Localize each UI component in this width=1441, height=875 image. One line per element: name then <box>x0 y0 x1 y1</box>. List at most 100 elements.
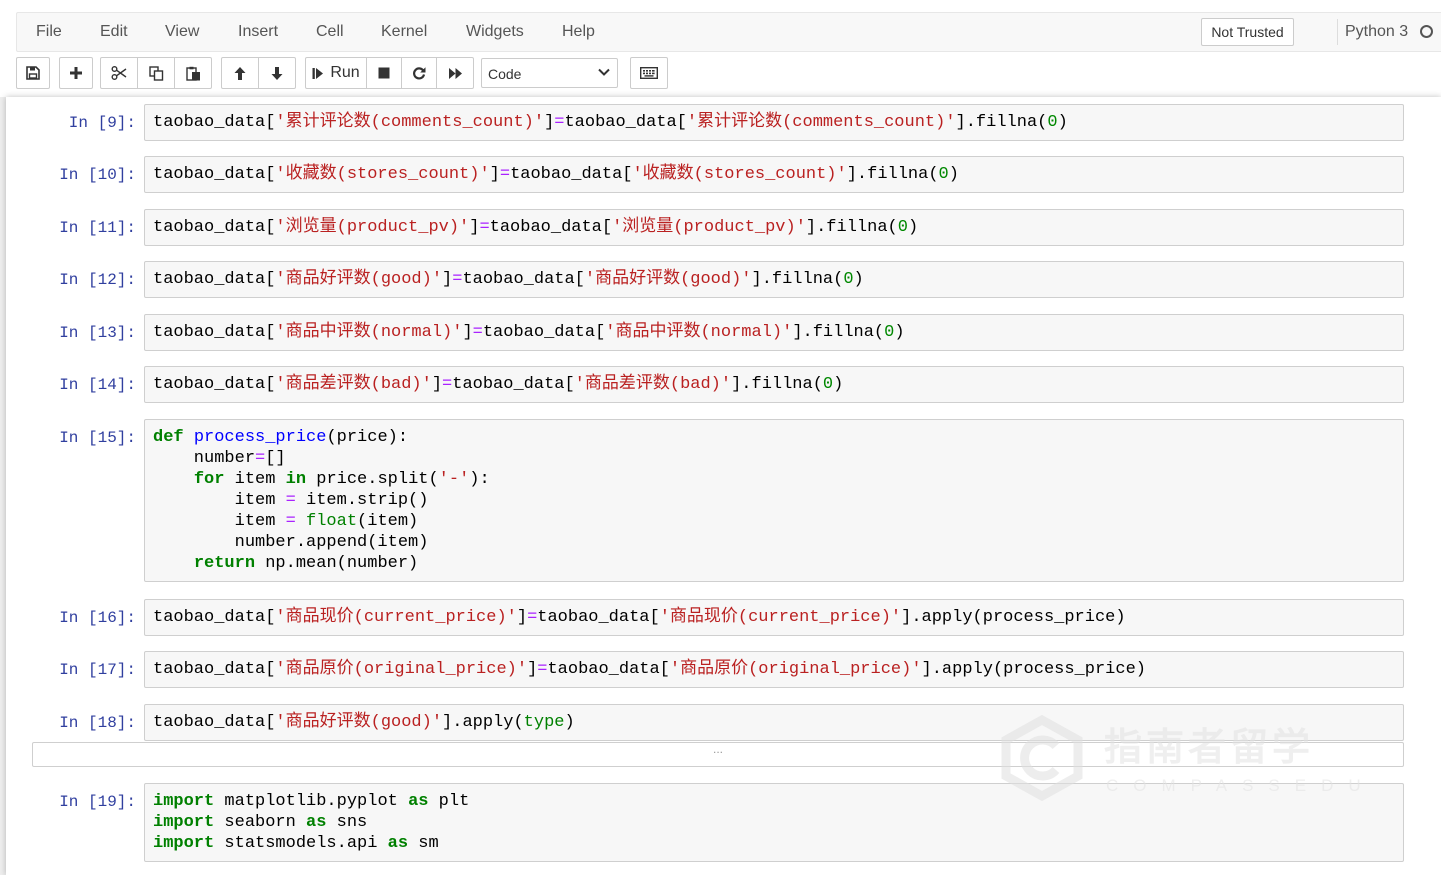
code-token: '商品现价(current_price)' <box>275 608 517 627</box>
code-editor[interactable]: def process_price(price): number=[] for … <box>144 419 1404 582</box>
code-line: taobao_data['累计评论数(comments_count)']=tao… <box>153 112 1403 133</box>
interrupt-kernel-button[interactable] <box>366 57 402 89</box>
code-editor[interactable]: taobao_data['商品中评数(normal)']=taobao_data… <box>144 314 1404 351</box>
code-line: taobao_data['商品好评数(good)']=taobao_data['… <box>153 269 1403 290</box>
code-token: def <box>153 428 184 447</box>
notebook-header: File Edit View Insert Cell Kernel Widget… <box>0 0 1441 97</box>
code-editor[interactable]: taobao_data['商品现价(current_price)']=taoba… <box>144 599 1404 636</box>
code-token: item <box>153 491 286 510</box>
menu-cell[interactable]: Cell <box>316 23 344 41</box>
move-down-button[interactable] <box>258 57 296 89</box>
input-prompt: In [16]: <box>59 609 136 627</box>
code-token: taobao_data[ <box>153 608 276 627</box>
code-token: '浏览量(product_pv)' <box>275 218 470 237</box>
code-token: ].apply(process_price) <box>901 608 1126 627</box>
code-editor[interactable]: taobao_data['商品好评数(good)']=taobao_data['… <box>144 261 1404 298</box>
step-forward-icon <box>312 67 324 79</box>
not-trusted-button[interactable]: Not Trusted <box>1201 18 1294 46</box>
code-token: sns <box>326 813 368 832</box>
code-token: number <box>153 449 256 468</box>
input-prompt: In [14]: <box>59 376 136 394</box>
code-token: '商品好评数(good)' <box>584 270 752 289</box>
paste-button[interactable] <box>174 57 212 89</box>
code-line: item = item.strip() <box>153 490 1403 511</box>
code-token: '商品好评数(good)' <box>275 270 443 289</box>
code-token: = <box>255 449 266 468</box>
code-token: as <box>387 834 409 853</box>
code-token: taobao_data[ <box>537 608 660 627</box>
menu-view[interactable]: View <box>165 23 199 41</box>
code-token: ].apply(process_price) <box>921 660 1146 679</box>
code-line: taobao_data['商品差评数(bad)']=taobao_data['商… <box>153 374 1403 395</box>
menu-kernel[interactable]: Kernel <box>381 23 427 41</box>
move-up-button[interactable] <box>221 57 259 89</box>
code-token: import <box>153 834 215 853</box>
collapsed-output-area[interactable]: ... <box>32 742 1404 767</box>
code-token: plt <box>428 792 470 811</box>
code-editor[interactable]: taobao_data['浏览量(product_pv)']=taobao_da… <box>144 209 1404 246</box>
kernel-name[interactable]: Python 3 <box>1345 23 1408 41</box>
copy-button[interactable] <box>137 57 175 89</box>
code-token: seaborn <box>214 813 307 832</box>
code-token: import <box>153 792 215 811</box>
code-token: taobao_data[ <box>153 323 276 342</box>
code-line: taobao_data['商品好评数(good)'].apply(type) <box>153 712 1403 733</box>
notebook-container: In [9]: taobao_data['累计评论数(comments_count… <box>6 97 1441 875</box>
code-token: 0 <box>822 375 834 394</box>
code-token: = <box>527 608 538 627</box>
menu-help[interactable]: Help <box>562 23 595 41</box>
cut-button[interactable] <box>100 57 138 89</box>
cell-type-select[interactable]: Code <box>481 58 618 88</box>
code-token: ) <box>564 713 575 732</box>
code-editor[interactable]: import matplotlib.pyplot as plt import se… <box>144 783 1404 862</box>
code-token: ] <box>442 270 453 289</box>
code-token: ) <box>1057 113 1068 132</box>
code-token: taobao_data[ <box>462 270 585 289</box>
menu-edit[interactable]: Edit <box>100 23 128 41</box>
code-editor[interactable]: taobao_data['商品差评数(bad)']=taobao_data['商… <box>144 366 1404 403</box>
code-token: return <box>193 554 256 573</box>
floppy-disk-icon <box>26 66 40 80</box>
code-token: taobao_data[ <box>452 375 575 394</box>
code-line: import statsmodels.api as sm <box>153 833 1403 854</box>
code-token: '累计评论数(comments_count)' <box>275 113 545 132</box>
code-token: [] <box>265 449 286 468</box>
code-editor[interactable]: taobao_data['收藏数(stores_count)']=taobao_… <box>144 156 1404 193</box>
arrow-up-icon <box>234 66 246 80</box>
code-token: '商品中评数(normal)' <box>275 323 463 342</box>
scissors-icon <box>111 66 127 80</box>
input-prompt: In [11]: <box>59 219 136 237</box>
code-token: = <box>452 270 463 289</box>
menu-file[interactable]: File <box>36 23 62 41</box>
code-token: statsmodels.api <box>214 834 388 853</box>
code-token: = <box>499 165 511 184</box>
code-editor[interactable]: taobao_data['商品原价(original_price)']=taob… <box>144 651 1404 688</box>
kernel-idle-indicator-icon <box>1420 25 1433 38</box>
input-prompt: In [13]: <box>59 324 136 342</box>
input-prompt: In [17]: <box>59 661 136 679</box>
restart-kernel-button[interactable] <box>401 57 437 89</box>
save-button[interactable] <box>16 57 50 89</box>
restart-run-all-button[interactable] <box>436 57 474 89</box>
code-token: '商品差评数(bad)' <box>275 375 432 394</box>
code-token: 0 <box>897 218 908 237</box>
input-prompt: In [19]: <box>59 793 136 811</box>
menu-insert[interactable]: Insert <box>238 23 278 41</box>
code-token: ] <box>544 113 555 132</box>
insert-cell-button[interactable] <box>59 57 93 89</box>
command-palette-button[interactable] <box>630 57 668 89</box>
clipboard-icon <box>185 66 200 81</box>
code-token: taobao_data[ <box>482 323 606 342</box>
run-label: Run <box>330 64 360 81</box>
code-editor[interactable]: taobao_data['累计评论数(comments_count)']=tao… <box>144 104 1404 141</box>
code-token: taobao_data[ <box>153 218 276 237</box>
code-token: item <box>153 512 286 531</box>
code-token: ].fillna( <box>955 113 1048 132</box>
code-editor[interactable]: taobao_data['商品好评数(good)'].apply(type) <box>144 704 1404 741</box>
menu-widgets[interactable]: Widgets <box>466 23 524 41</box>
code-token: '商品现价(current_price)' <box>659 608 902 627</box>
run-button[interactable]: Run <box>305 57 367 89</box>
code-token: matplotlib.pyplot <box>214 792 409 811</box>
